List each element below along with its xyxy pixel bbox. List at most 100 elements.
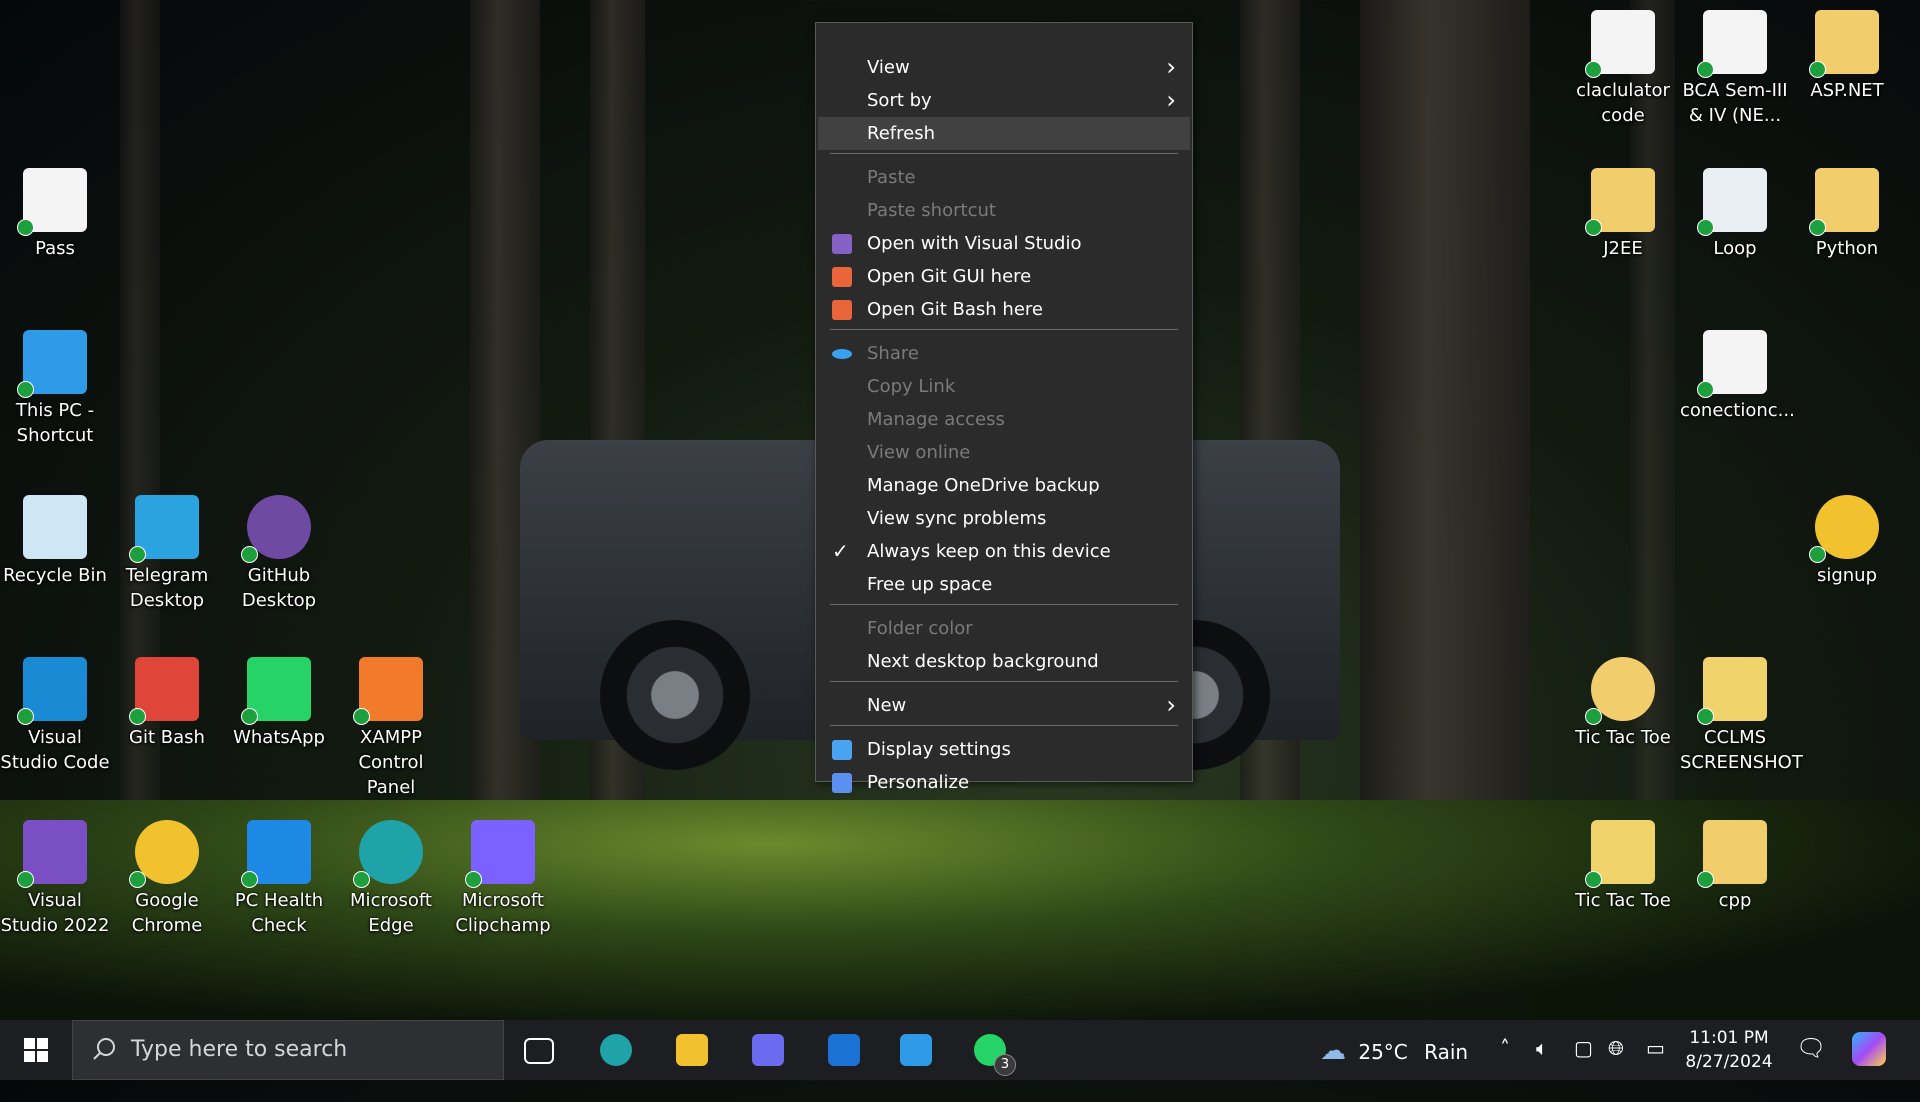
menu-item-refresh[interactable]: Refresh — [818, 117, 1190, 150]
desktop-icon[interactable]: Python — [1792, 168, 1902, 261]
menu-item-view-sync-problems[interactable]: View sync problems — [818, 502, 1190, 535]
desktop-icon[interactable]: Visual Studio Code — [0, 657, 110, 775]
menu-item-free-up-space[interactable]: Free up space — [818, 568, 1190, 601]
desktop-icon[interactable]: Tic Tac Toe — [1568, 657, 1678, 750]
desktop-icon[interactable]: PC Health Check — [224, 820, 334, 938]
desktop-icon[interactable]: J2EE — [1568, 168, 1678, 261]
start-button[interactable] — [12, 1026, 60, 1074]
menu-item-label: Personalize — [867, 772, 970, 793]
desktop-icon[interactable]: CCLMS SCREENSHOT — [1680, 657, 1803, 775]
sync-status-check-icon — [1809, 219, 1826, 236]
sync-status-check-icon — [1697, 708, 1714, 725]
meet-now-icon[interactable]: ▢ — [1574, 1036, 1593, 1060]
menu-item-always-keep-on-this-device[interactable]: ✓ Always keep on this device — [818, 535, 1190, 568]
menu-item-next-desktop-background[interactable]: Next desktop background — [818, 645, 1190, 678]
menu-item-display-settings[interactable]: Display settings — [818, 733, 1190, 766]
pdf-document-icon — [1697, 10, 1767, 78]
menu-separator — [830, 329, 1178, 330]
desktop-icon[interactable]: GitHub Desktop — [224, 495, 334, 613]
desktop-icon[interactable]: signup — [1792, 495, 1902, 588]
notification-center-icon[interactable]: 🗨︎ — [1796, 1034, 1826, 1062]
taskbar-app-button[interactable] — [744, 1026, 792, 1074]
desktop-icon[interactable]: Telegram Desktop — [112, 495, 222, 613]
taskbar-app-button[interactable]: 3 — [966, 1026, 1016, 1076]
rain-cloud-icon: ☁ — [1320, 1036, 1346, 1066]
menu-item-label: Copy Link — [867, 376, 956, 397]
desktop-icon[interactable]: Tic Tac Toe — [1568, 820, 1678, 913]
taskbar-app-button[interactable] — [668, 1026, 716, 1074]
git-bash-icon — [129, 657, 199, 725]
personalize-icon — [832, 773, 852, 793]
menu-item-label: Share — [867, 343, 919, 364]
notification-badge: 3 — [994, 1054, 1016, 1076]
menu-item-label: View sync problems — [867, 508, 1047, 529]
clipchamp-icon — [465, 820, 535, 888]
network-globe-icon[interactable]: 🌐︎ — [1608, 1036, 1624, 1060]
menu-item-view-online: View online — [818, 436, 1190, 469]
copilot-icon — [752, 1034, 784, 1066]
desktop-icon-label: Git Bash — [129, 727, 205, 748]
desktop-icon[interactable]: Microsoft Clipchamp — [448, 820, 558, 938]
system-clock[interactable]: 11:01 PM 8/27/2024 — [1684, 1026, 1774, 1074]
taskbar-app-button[interactable] — [592, 1026, 640, 1074]
visual-studio-icon — [17, 820, 87, 888]
menu-item-view[interactable]: View › — [818, 51, 1190, 84]
desktop-icon-label: Visual Studio 2022 — [0, 890, 110, 936]
desktop-icon[interactable]: WhatsApp — [224, 657, 334, 750]
taskbar-app-button[interactable] — [820, 1026, 868, 1074]
menu-item-label: Manage OneDrive backup — [867, 475, 1100, 496]
volume-icon[interactable]: 🔈︎ — [1536, 1036, 1548, 1060]
weather-widget[interactable]: ☁ 25°C Rain — [1320, 1036, 1468, 1066]
menu-item-new[interactable]: New › — [818, 689, 1190, 722]
folder-icon — [1809, 168, 1879, 236]
desktop-icon[interactable]: XAMPP Control Panel — [336, 657, 446, 800]
desktop-icon[interactable]: ASP.NET — [1792, 10, 1902, 103]
desktop-icon[interactable]: Loop — [1680, 168, 1790, 261]
menu-item-open-git-bash-here[interactable]: Open Git Bash here — [818, 293, 1190, 326]
menu-item-label: Display settings — [867, 739, 1011, 760]
battery-icon[interactable]: ▭ — [1646, 1036, 1665, 1060]
desktop-icon[interactable]: Recycle Bin — [0, 495, 110, 588]
desktop-icon[interactable]: This PC - Shortcut — [0, 330, 110, 448]
desktop-icon-label: cpp — [1718, 890, 1752, 911]
spreadsheet-document-icon — [1697, 168, 1767, 236]
desktop-icon[interactable]: Visual Studio 2022 — [0, 820, 110, 938]
taskbar-app-button[interactable] — [892, 1026, 940, 1074]
clock-time: 11:01 PM — [1689, 1028, 1769, 1048]
sync-status-check-icon — [241, 708, 258, 725]
taskbar-app-button[interactable] — [516, 1026, 564, 1074]
menu-separator — [830, 604, 1178, 605]
desktop-icon-label: XAMPP Control Panel — [358, 727, 424, 798]
desktop-icon-label: claclulator code — [1576, 80, 1670, 126]
menu-item-open-git-gui-here[interactable]: Open Git GUI here — [818, 260, 1190, 293]
search-placeholder: Type here to search — [131, 1037, 348, 1062]
desktop-icon[interactable]: BCA Sem-III & IV (NE... — [1680, 10, 1790, 128]
git-icon — [832, 267, 852, 287]
edge-icon — [353, 820, 423, 888]
copilot-preview-icon[interactable] — [1852, 1032, 1886, 1066]
desktop-icon[interactable]: conectionc... — [1680, 330, 1795, 423]
show-hidden-icons-chevron-icon[interactable]: ˄ — [1500, 1036, 1510, 1060]
chrome-icon — [1809, 495, 1879, 563]
desktop-icon[interactable]: claclulator code — [1568, 10, 1678, 128]
menu-item-manage-onedrive-backup[interactable]: Manage OneDrive backup — [818, 469, 1190, 502]
chrome-folder-icon — [1585, 657, 1655, 725]
desktop-icon[interactable]: cpp — [1680, 820, 1790, 913]
outlook-icon — [828, 1034, 860, 1066]
desktop-icon[interactable]: Git Bash — [112, 657, 222, 750]
sync-status-check-icon — [241, 546, 258, 563]
sync-status-check-icon — [1697, 381, 1714, 398]
taskbar-search-box[interactable]: Type here to search — [72, 1020, 504, 1080]
desktop-icon[interactable]: Pass — [0, 168, 110, 261]
desktop-icon-label: Microsoft Clipchamp — [455, 890, 551, 936]
desktop-icon[interactable]: Microsoft Edge — [336, 820, 446, 938]
menu-item-sort-by[interactable]: Sort by › — [818, 84, 1190, 117]
desktop-icon[interactable]: Google Chrome — [112, 820, 222, 938]
checkmark-icon: ✓ — [832, 539, 849, 563]
menu-item-open-with-visual-studio[interactable]: Open with Visual Studio — [818, 227, 1190, 260]
desktop-icon-label: J2EE — [1603, 238, 1643, 259]
menu-item-personalize[interactable]: Personalize — [818, 766, 1190, 799]
menu-item-label: Manage access — [867, 409, 1005, 430]
sync-status-check-icon — [129, 871, 146, 888]
menu-separator — [830, 725, 1178, 726]
